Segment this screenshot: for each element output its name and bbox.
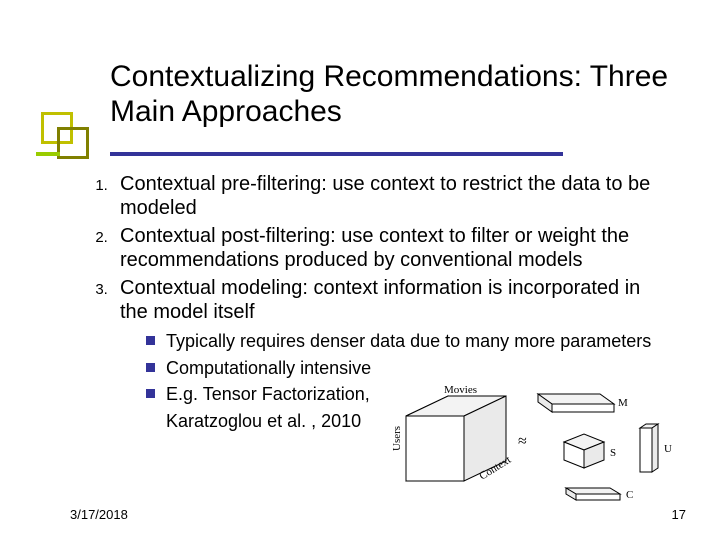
c-label: C [626,489,633,501]
c-slab-icon [566,488,620,500]
sub-text: E.g. Tensor Factorization, [166,384,370,404]
u-bar-icon [640,424,658,472]
sub-text: Computationally intensive [166,358,371,378]
sub-text: Karatzoglou et al. , 2010 [166,411,361,431]
sub-item: Typically requires denser data due to ma… [146,330,670,353]
list-text: Contextual post-filtering: use context t… [120,225,629,271]
list-text: Contextual modeling: context information… [120,277,640,323]
tensor-diagram: Users Movies Context ≈ M S U [388,386,688,504]
bullet-square-icon [146,363,155,372]
u-label: U [664,443,672,455]
footer-page-number: 17 [672,507,686,522]
slide-title-block: Contextualizing Recommendations: Three M… [110,60,670,129]
m-slab-icon [538,394,614,412]
title-underline [110,152,563,156]
footer-date: 3/17/2018 [70,507,128,522]
bullet-square-icon [146,336,155,345]
list-item: Contextual post-filtering: use context t… [112,224,670,272]
deco-square-outline-2 [57,127,89,159]
bullet-square-icon [146,389,155,398]
deco-short-bar [36,152,60,156]
m-label: M [618,397,628,409]
sub-item: Computationally intensive [146,357,670,380]
list-text: Contextual pre-filtering: use context to… [120,173,650,219]
list-item: Contextual pre-filtering: use context to… [112,172,670,220]
s-label: S [610,447,616,459]
s-cube-icon [564,434,604,468]
cube-top-label: Movies [444,386,477,396]
sub-text: Typically requires denser data due to ma… [166,331,651,351]
approx-sign: ≈ [518,433,527,450]
slide-title: Contextualizing Recommendations: Three M… [110,60,670,129]
cube-y-label: Users [391,426,403,451]
